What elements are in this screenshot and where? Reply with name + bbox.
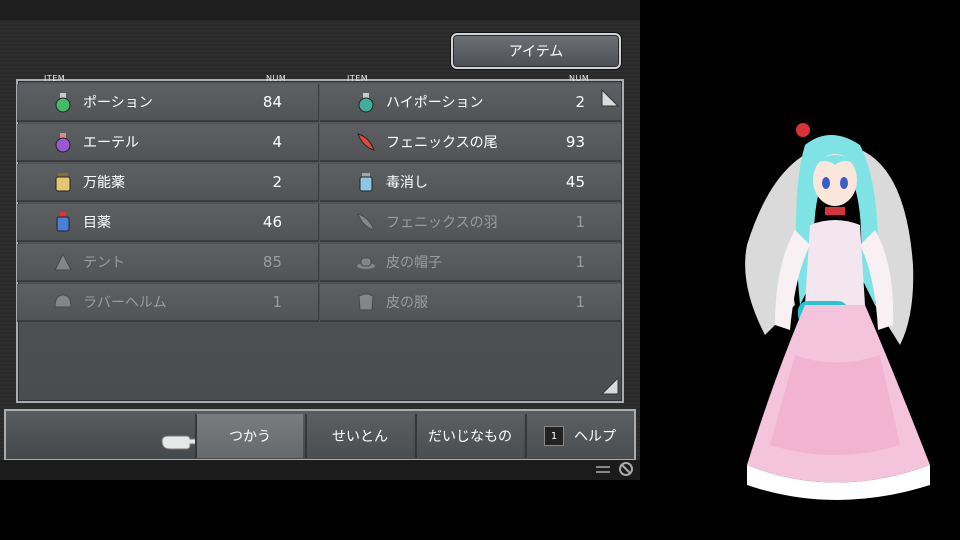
item-name: 毒消し (386, 175, 428, 191)
item-quantity: 1 (272, 293, 282, 311)
phoenix-tail-icon (354, 130, 378, 154)
item-name: 皮の服 (386, 295, 428, 311)
item-quantity: 4 (272, 133, 282, 151)
helm-icon (51, 290, 75, 314)
item-row[interactable]: テント 85 (17, 244, 319, 282)
item-row[interactable]: 毒消し 45 (320, 164, 622, 202)
item-name: フェニックスの羽 (386, 215, 498, 231)
item-name: 皮の帽子 (386, 255, 442, 271)
item-row[interactable]: ラバーヘルム 1 (17, 284, 319, 322)
item-row[interactable]: フェニックスの尾 93 (320, 124, 622, 162)
bottom-bar (0, 460, 640, 480)
game-screen: アイテム ITEM NUM ITEM NUM ポーション 84 エーテル 4 万能薬 2 目… (0, 0, 640, 480)
sort-button[interactable]: せいとん (305, 414, 413, 458)
scroll-up-icon[interactable] (600, 88, 620, 108)
item-row[interactable]: エーテル 4 (17, 124, 319, 162)
status-icons (596, 462, 633, 476)
item-row[interactable]: フェニックスの羽 1 (320, 204, 622, 242)
item-name: テント (83, 255, 125, 271)
help-label: ヘルプ (574, 429, 616, 445)
elixir-jar-icon (51, 170, 75, 194)
key-items-label: だいじなもの (428, 429, 512, 445)
menu-title: アイテム (451, 33, 621, 69)
feather-icon (354, 210, 378, 234)
item-row[interactable]: 皮の帽子 1 (320, 244, 622, 282)
item-name: ハイポーション (386, 95, 484, 111)
avatar-character-image (745, 123, 930, 500)
item-quantity: 84 (262, 93, 282, 111)
tent-icon (51, 250, 75, 274)
item-column-header-left: ITEM (44, 74, 66, 83)
antidote-icon (354, 170, 378, 194)
item-column-header-right: ITEM (347, 74, 369, 83)
item-name: エーテル (83, 135, 139, 151)
item-name: フェニックスの尾 (386, 135, 498, 151)
potion-icon (51, 90, 75, 114)
armor-icon (354, 290, 378, 314)
item-row[interactable]: 万能薬 2 (17, 164, 319, 202)
use-label: つかう (229, 429, 271, 445)
hi-potion-icon (354, 90, 378, 114)
item-row[interactable]: 皮の服 1 (320, 284, 622, 322)
item-name: 万能薬 (83, 175, 125, 191)
help-button[interactable]: 1 ヘルプ (525, 414, 633, 458)
use-button[interactable]: つかう (195, 414, 303, 458)
item-quantity: 45 (565, 173, 585, 191)
key-items-button[interactable]: だいじなもの (415, 414, 523, 458)
top-bar (0, 0, 640, 20)
item-quantity: 85 (262, 253, 282, 271)
num-column-header-right: NUM (569, 74, 590, 83)
item-quantity: 2 (575, 93, 585, 111)
item-name: ラバーヘルム (83, 295, 167, 311)
item-quantity: 1 (575, 213, 585, 231)
item-row[interactable]: 目薬 46 (17, 204, 319, 242)
ether-icon (51, 130, 75, 154)
item-quantity: 1 (575, 293, 585, 311)
item-quantity: 93 (565, 133, 585, 151)
item-quantity: 46 (262, 213, 282, 231)
item-name: ポーション (83, 95, 153, 111)
item-quantity: 1 (575, 253, 585, 271)
item-quantity: 2 (272, 173, 282, 191)
hat-icon (354, 250, 378, 274)
item-name: 目薬 (83, 215, 111, 231)
sort-label: せいとん (332, 429, 388, 445)
item-row[interactable]: ハイポーション 2 (320, 84, 622, 122)
sort-arrows-icon (596, 466, 610, 473)
scroll-down-icon[interactable] (600, 376, 620, 396)
eye-drops-icon (51, 210, 75, 234)
no-entry-icon (619, 462, 633, 476)
item-row[interactable]: ポーション 84 (17, 84, 319, 122)
key-1-icon: 1 (544, 426, 564, 446)
num-column-header-left: NUM (266, 74, 287, 83)
